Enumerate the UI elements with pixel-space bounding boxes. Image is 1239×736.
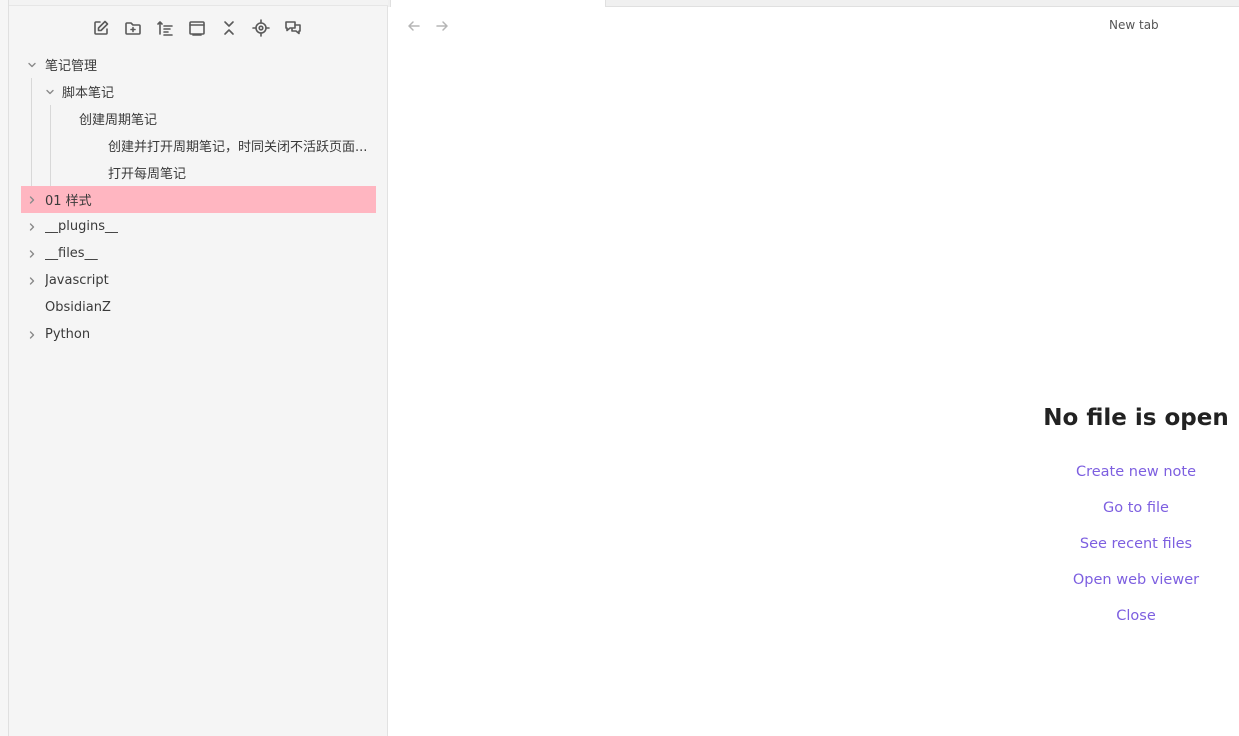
tree-item-label: 创建并打开周期笔记，时同关闭不活跃页面... bbox=[108, 140, 368, 155]
chevron-right-icon[interactable] bbox=[27, 330, 37, 340]
tree-item-label: 创建周期笔记 bbox=[79, 113, 158, 128]
chevron-down-icon[interactable] bbox=[27, 60, 37, 70]
tree-folder-plugins[interactable]: __plugins__ bbox=[21, 213, 376, 240]
go-to-file-link[interactable]: Go to file bbox=[1028, 490, 1239, 526]
file-explorer-sidebar: 笔记管理 脚本笔记 创建周期笔记 创建并打开周期笔记，时同关闭不活跃页面... … bbox=[9, 0, 388, 736]
tree-item-label: __files__ bbox=[45, 246, 98, 261]
new-folder-button[interactable] bbox=[121, 14, 145, 42]
tree-file-create-periodic-note[interactable]: 创建周期笔记 bbox=[21, 105, 376, 132]
tree-folder-notes-management[interactable]: 笔记管理 bbox=[21, 51, 376, 78]
open-web-viewer-link[interactable]: Open web viewer bbox=[1028, 562, 1239, 598]
tree-item-label: Javascript bbox=[45, 273, 109, 288]
tree-folder-01-styles[interactable]: 01 样式 bbox=[21, 186, 376, 213]
navigate-back-button[interactable] bbox=[404, 16, 424, 36]
locate-file-button[interactable] bbox=[249, 14, 273, 42]
sidebar-tab-header bbox=[9, 0, 388, 6]
arrow-right-icon bbox=[436, 21, 448, 31]
tree-file-open-weekly-note[interactable]: 打开每周笔记 bbox=[21, 159, 376, 186]
empty-state-actions: Create new note Go to file See recent fi… bbox=[1028, 454, 1239, 634]
create-new-note-link[interactable]: Create new note bbox=[1028, 454, 1239, 490]
new-note-button[interactable] bbox=[89, 14, 113, 42]
tree-item-label: 笔记管理 bbox=[45, 59, 98, 74]
tree-item-label: 脚本笔记 bbox=[62, 86, 115, 101]
navigate-forward-button[interactable] bbox=[432, 16, 452, 36]
empty-state-title: No file is open bbox=[1043, 405, 1229, 431]
new-note-icon bbox=[94, 20, 109, 35]
comments-icon bbox=[285, 21, 301, 35]
tab-bar-divider bbox=[606, 6, 1239, 7]
sort-icon bbox=[157, 21, 173, 36]
file-tree: 笔记管理 脚本笔记 创建周期笔记 创建并打开周期笔记，时同关闭不活跃页面... … bbox=[21, 51, 376, 348]
tree-folder-javascript[interactable]: Javascript bbox=[21, 267, 376, 294]
tree-item-label: ObsidianZ bbox=[45, 300, 111, 315]
app-window: 笔记管理 脚本笔记 创建周期笔记 创建并打开周期笔记，时同关闭不活跃页面... … bbox=[0, 0, 1239, 736]
view-header-title: New tab bbox=[1109, 18, 1159, 32]
new-folder-icon bbox=[125, 22, 141, 35]
chevron-right-icon[interactable] bbox=[27, 222, 37, 232]
chevron-right-icon[interactable] bbox=[27, 195, 37, 205]
chevron-down-icon[interactable] bbox=[45, 87, 55, 97]
tab-bar bbox=[388, 0, 1239, 7]
tab-new-tab[interactable] bbox=[390, 0, 606, 7]
close-link[interactable]: Close bbox=[1028, 598, 1239, 634]
auto-reveal-icon bbox=[189, 21, 205, 36]
tree-file-obsidianz[interactable]: ObsidianZ bbox=[21, 294, 376, 321]
tree-folder-files[interactable]: __files__ bbox=[21, 240, 376, 267]
tree-item-label: Python bbox=[45, 327, 91, 342]
file-explorer-toolbar bbox=[89, 14, 305, 42]
chevron-right-icon[interactable] bbox=[27, 249, 37, 259]
chevron-right-icon[interactable] bbox=[27, 276, 37, 286]
tree-item-label: 打开每周笔记 bbox=[108, 167, 187, 182]
comments-button[interactable] bbox=[281, 14, 305, 42]
tree-file-create-open-periodic-note[interactable]: 创建并打开周期笔记，时同关闭不活跃页面... bbox=[21, 132, 376, 159]
tree-folder-script-notes[interactable]: 脚本笔记 bbox=[21, 78, 376, 105]
empty-state: No file is open Create new note Go to fi… bbox=[1028, 400, 1239, 634]
collapse-all-icon bbox=[224, 21, 234, 35]
collapse-all-button[interactable] bbox=[217, 14, 241, 42]
tree-folder-python[interactable]: Python bbox=[21, 321, 376, 348]
see-recent-files-link[interactable]: See recent files bbox=[1028, 526, 1239, 562]
left-ribbon bbox=[0, 0, 9, 736]
main-editor-area: New tab No file is open Create new note … bbox=[388, 0, 1239, 736]
locate-icon bbox=[252, 19, 270, 37]
tree-item-label: __plugins__ bbox=[45, 219, 118, 234]
sort-button[interactable] bbox=[153, 14, 177, 42]
tree-item-label: 01 样式 bbox=[45, 194, 92, 209]
arrow-left-icon bbox=[408, 21, 420, 31]
auto-reveal-button[interactable] bbox=[185, 14, 209, 42]
